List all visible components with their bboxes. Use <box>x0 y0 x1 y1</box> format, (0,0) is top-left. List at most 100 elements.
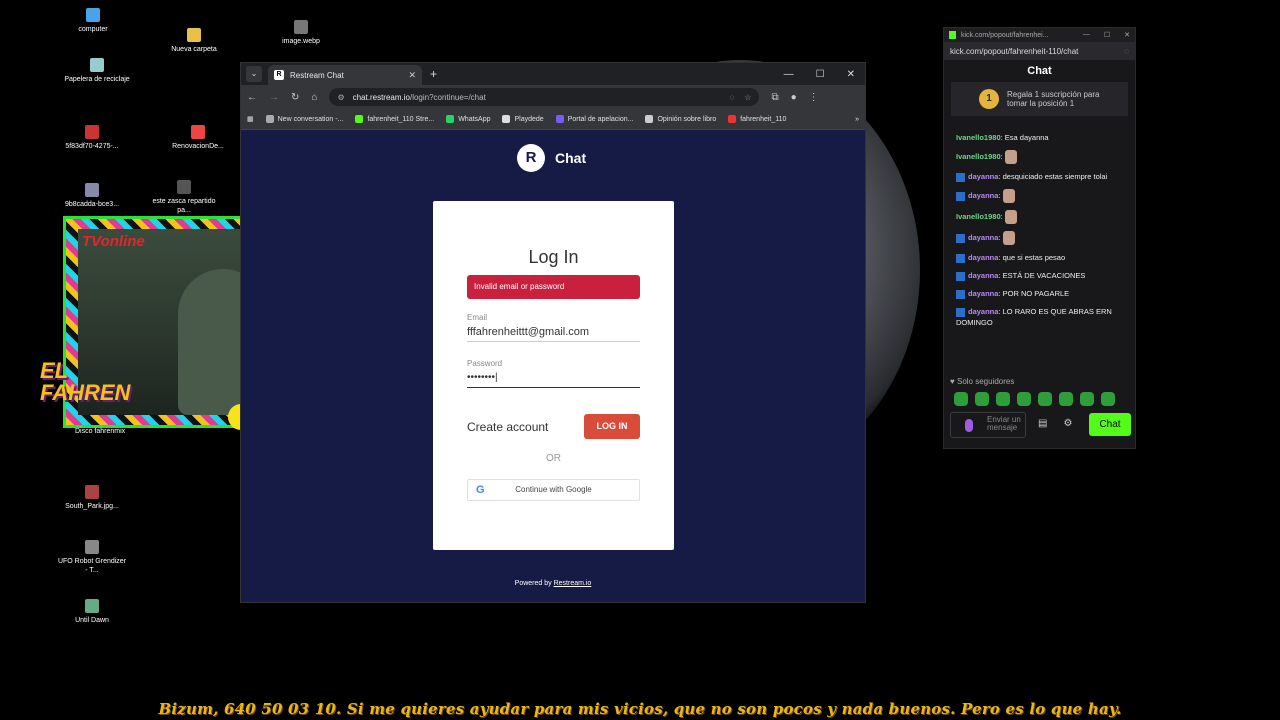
desktop-icon[interactable]: este zasca repartido pa... <box>149 180 219 215</box>
emote-icon[interactable] <box>1017 392 1031 406</box>
minimize-icon[interactable]: — <box>784 69 794 80</box>
star-icon[interactable]: ☆ <box>744 93 751 102</box>
tab-bar: ⌄ R Restream Chat ✕ + — ☐ ✕ <box>241 63 865 85</box>
url-path: /login?continue=/chat <box>409 92 486 102</box>
desktop-icon[interactable]: 5f83df70-4275-... <box>57 125 127 151</box>
bookmark-item[interactable]: Opinión sobre libro <box>645 115 716 123</box>
close-tab-icon[interactable]: ✕ <box>408 70 416 81</box>
bookmark-item[interactable]: Portal de apelacion... <box>555 115 634 123</box>
bookmarks-bar: ▦ New conversation -... fahrenheit_110 St… <box>241 109 865 130</box>
home-icon[interactable]: ⌂ <box>311 92 317 103</box>
el-fahren-logo: EL FAHREN <box>40 358 131 405</box>
close-window-icon[interactable]: ✕ <box>847 69 855 80</box>
emote-icon[interactable] <box>975 392 989 406</box>
google-icon: G <box>476 484 485 496</box>
bookmark-item[interactable]: WhatsApp <box>446 115 490 123</box>
reload-icon[interactable]: ↻ <box>291 92 299 103</box>
eye-off-icon[interactable]: ◌ <box>1124 47 1129 56</box>
chat-username[interactable]: Ivanello1980 <box>956 152 1001 161</box>
create-account-link[interactable]: Create account <box>467 420 548 434</box>
sub-gift-banner[interactable]: 1 Regala 1 suscripción para tomar la pos… <box>951 82 1128 116</box>
chat-username[interactable]: dayanna <box>968 191 998 200</box>
kick-address-bar[interactable]: kick.com/popout/fahrenheit-110/chat ◌ <box>944 42 1135 60</box>
eye-off-icon[interactable]: ◌ <box>730 93 735 102</box>
chat-username[interactable]: dayanna <box>968 289 998 298</box>
chat-message: dayanna: <box>956 189 1129 203</box>
desktop-icon[interactable]: Until Dawn <box>57 599 127 625</box>
desktop-icon-label: RenovacionDe... <box>172 143 224 150</box>
email-field[interactable]: fffahrenheittt@gmail.com <box>467 324 640 342</box>
emote-icon[interactable] <box>1080 392 1094 406</box>
sub-badge-icon <box>956 253 965 263</box>
tab-search-button[interactable]: ⌄ <box>246 66 262 82</box>
profile-icon[interactable]: ● <box>791 92 797 103</box>
emote-icon[interactable] <box>1059 392 1073 406</box>
desktop-icon[interactable]: Papelera de reciclaje <box>62 58 132 84</box>
kick-titlebar: kick.com/popout/fahrenhei... — ☐ ✕ <box>944 28 1135 42</box>
bookmark-item[interactable]: New conversation -... <box>265 115 343 123</box>
login-button[interactable]: LOG IN <box>584 414 640 439</box>
maximize-icon[interactable]: ☐ <box>1104 31 1110 39</box>
restream-r-icon: R <box>517 144 545 172</box>
emote-icon[interactable] <box>954 392 968 406</box>
site-info-icon[interactable]: ⚙ <box>337 93 344 102</box>
desktop-icon[interactable]: Nueva carpeta <box>159 28 229 54</box>
emote-icon[interactable] <box>1038 392 1052 406</box>
send-chat-button[interactable]: Chat <box>1089 413 1131 436</box>
chat-text: Esa dayanna <box>1004 133 1049 142</box>
chat-username[interactable]: dayanna <box>968 253 998 262</box>
chat-messages[interactable]: Ivanello1980: Esa dayanna Ivanello1980: d… <box>944 132 1129 368</box>
new-tab-button[interactable]: + <box>430 67 437 81</box>
desktop-icon[interactable]: computer <box>58 8 128 34</box>
chat-username[interactable]: dayanna <box>968 233 998 242</box>
desktop-icon[interactable]: 9b8cadda-bce3... <box>57 183 127 209</box>
banner-text: Regala 1 suscripción para tomar la posic… <box>1007 90 1100 108</box>
chat-message: Ivanello1980: Esa dayanna <box>956 133 1049 142</box>
chat-username[interactable]: Ivanello1980 <box>956 212 1001 221</box>
menu-icon[interactable]: ⋮ <box>809 92 819 103</box>
apps-icon[interactable]: ▦ <box>247 115 254 123</box>
more-bookmarks-icon[interactable]: » <box>855 116 859 123</box>
bookmark-item[interactable]: Playdede <box>502 115 544 123</box>
google-login-button[interactable]: G Continue with Google <box>467 479 640 501</box>
toolbar: ← → ↻ ⌂ ⚙ chat.restream.io/login?continu… <box>241 85 865 109</box>
mic-icon[interactable] <box>965 419 973 432</box>
password-field[interactable]: ••••••••| <box>467 370 640 388</box>
close-window-icon[interactable]: ✕ <box>1124 31 1130 39</box>
store-icon[interactable]: ▤ <box>1038 418 1047 429</box>
gear-icon[interactable]: ⚙ <box>1063 418 1072 429</box>
emote-icon[interactable] <box>1101 392 1115 406</box>
restream-link[interactable]: Restream.io <box>554 580 592 587</box>
chat-username[interactable]: dayanna <box>968 271 998 280</box>
bookmark-item[interactable]: fahrenheit_110 Stre... <box>355 115 434 123</box>
desktop-icon[interactable]: UFO Robot Grendizer - T... <box>57 540 127 575</box>
sub-badge-icon <box>956 172 965 182</box>
address-bar[interactable]: ⚙ chat.restream.io/login?continue=/chat … <box>329 88 760 106</box>
desktop-icon[interactable]: South_Park.jpg... <box>57 485 127 511</box>
emote-icon[interactable] <box>996 392 1010 406</box>
bookmark-label: Portal de apelacion... <box>567 115 634 123</box>
maximize-icon[interactable]: ☐ <box>816 69 825 80</box>
chat-text: POR NO PAGARLE <box>1002 289 1070 298</box>
bookmark-label: Opinión sobre libro <box>657 115 717 123</box>
powered-by: Powered by Restream.io <box>241 580 865 587</box>
forward-icon[interactable]: → <box>269 92 279 103</box>
browser-window: ⌄ R Restream Chat ✕ + — ☐ ✕ ← → ↻ ⌂ ⚙ ch… <box>240 62 866 603</box>
chat-message: Ivanello1980: <box>956 150 1129 164</box>
extensions-icon[interactable]: ⧉ <box>771 92 778 103</box>
chat-input[interactable]: Enviar un mensaje <box>950 412 1026 438</box>
back-icon[interactable]: ← <box>247 92 257 103</box>
chat-message: dayanna: LO RARO ES QUE ABRAS ERN DOMING… <box>956 307 1112 327</box>
chat-text: ESTÁ DE VACACIONES <box>1002 271 1086 280</box>
bookmark-item[interactable]: fahrenheit_110 <box>728 115 786 123</box>
chat-username[interactable]: Ivanello1980 <box>956 133 1001 142</box>
tab-restream-chat[interactable]: R Restream Chat ✕ <box>268 65 422 85</box>
chat-input-placeholder: Enviar un mensaje <box>987 415 1021 432</box>
chat-username[interactable]: dayanna <box>968 307 998 316</box>
chat-username[interactable]: dayanna <box>968 172 998 181</box>
desktop-icon[interactable]: RenovacionDe... <box>163 125 233 151</box>
desktop-icon-label: Until Dawn <box>75 617 109 624</box>
desktop-icon[interactable]: image.webp <box>266 20 336 46</box>
minimize-icon[interactable]: — <box>1083 31 1090 39</box>
bookmark-favicon-icon <box>728 115 737 123</box>
